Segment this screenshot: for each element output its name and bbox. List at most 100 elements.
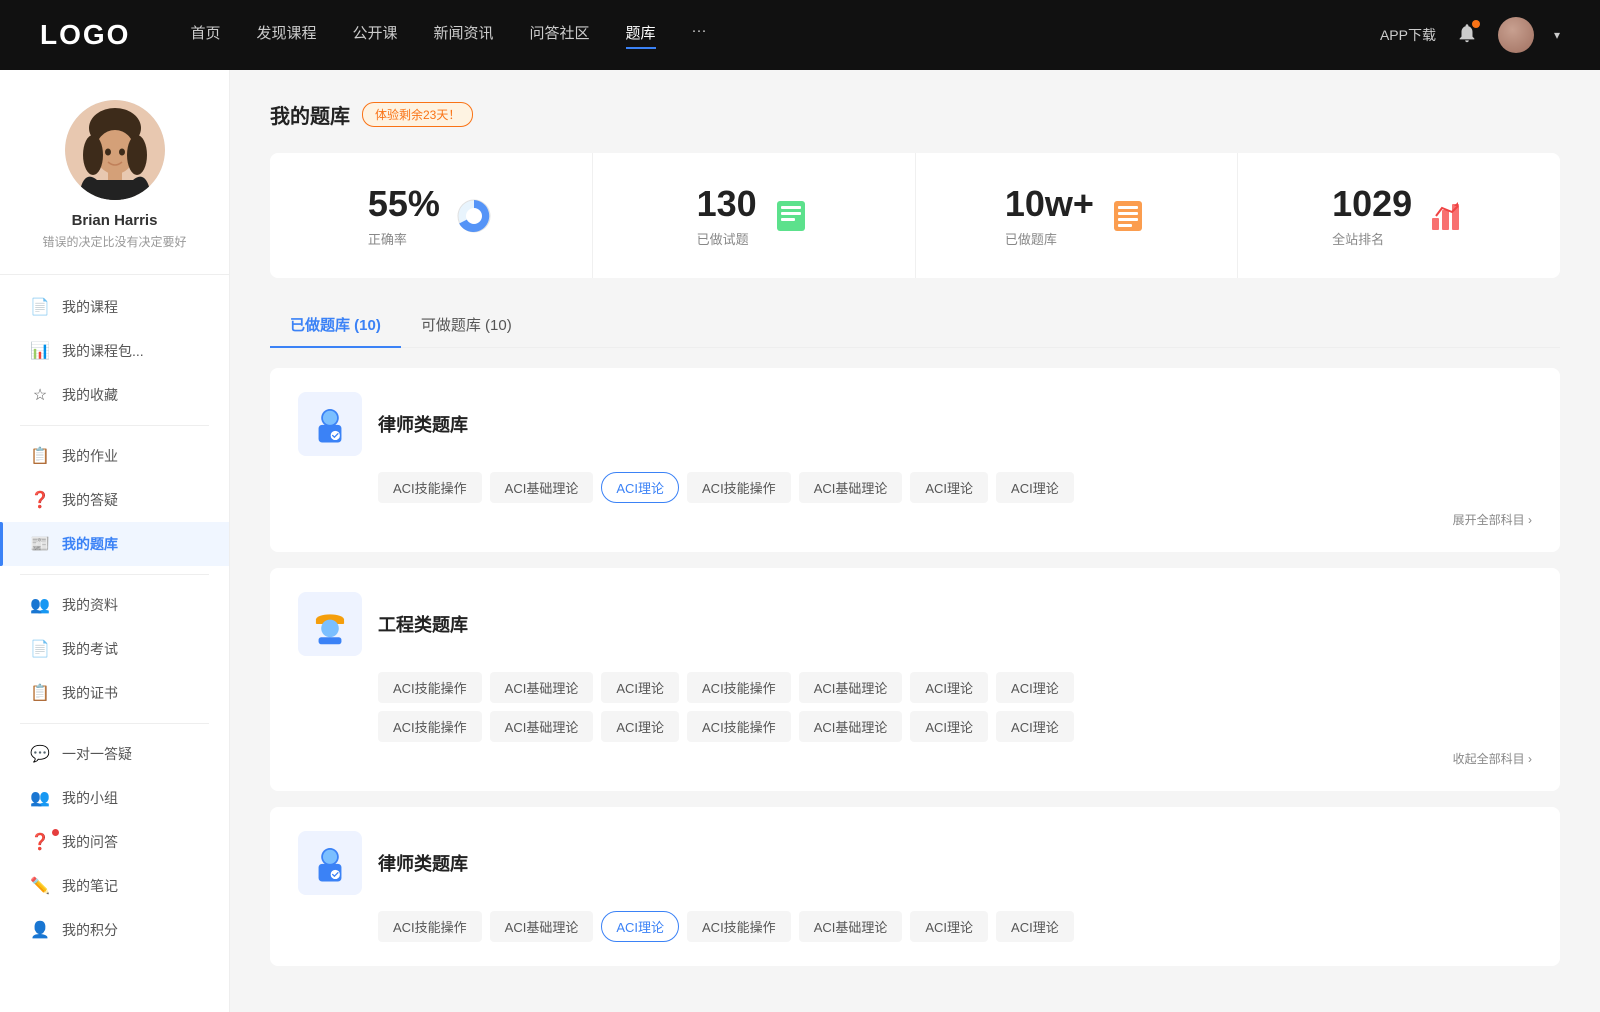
bank-header-2: 工程类题库: [298, 592, 1532, 656]
eng-tag-2[interactable]: ACI理论: [601, 672, 679, 703]
homework-icon: 📋: [30, 446, 50, 466]
law2-tag-5[interactable]: ACI理论: [910, 911, 988, 942]
tab-available[interactable]: 可做题库 (10): [401, 302, 532, 347]
eng-tag-6[interactable]: ACI理论: [996, 672, 1074, 703]
stat-done-questions: 130 已做试题: [593, 153, 916, 278]
user-motto: 错误的决定比没有决定要好: [42, 233, 186, 250]
eng-tag-1[interactable]: ACI基础理论: [490, 672, 594, 703]
rank-label: 全站排名: [1332, 229, 1412, 248]
nav-news[interactable]: 新闻资讯: [434, 22, 494, 49]
notification-bell[interactable]: [1456, 22, 1478, 49]
eng-tag2-4[interactable]: ACI基础理论: [799, 711, 903, 742]
nav-qa[interactable]: 问答社区: [530, 22, 590, 49]
points-icon: 👤: [30, 920, 50, 940]
sidebar-item-points[interactable]: 👤 我的积分: [0, 908, 229, 952]
nav-courses[interactable]: 发现课程: [256, 22, 316, 49]
bank-title-3: 律师类题库: [378, 850, 468, 876]
nav-question-bank[interactable]: 题库: [626, 22, 656, 49]
question-icon: ❓: [30, 490, 50, 510]
eng-tag2-2[interactable]: ACI理论: [601, 711, 679, 742]
eng-tag-5[interactable]: ACI理论: [910, 672, 988, 703]
law2-tag-2-active[interactable]: ACI理论: [601, 911, 679, 942]
rank-value: 1029: [1332, 183, 1412, 225]
bank-tags-row-3: ACI技能操作 ACI基础理论 ACI理论 ACI技能操作 ACI基础理论 AC…: [378, 911, 1532, 942]
avatar[interactable]: [1498, 17, 1534, 53]
sidebar-item-my-qa[interactable]: ❓ 我的问答: [0, 820, 229, 864]
trial-badge: 体验剩余23天！: [362, 102, 473, 127]
eng-tag-0[interactable]: ACI技能操作: [378, 672, 482, 703]
bank-tags-row-1: ACI技能操作 ACI基础理论 ACI理论 ACI技能操作 ACI基础理论 AC…: [378, 472, 1532, 503]
sidebar-item-exams[interactable]: 📄 我的考试: [0, 627, 229, 671]
app-download[interactable]: APP下载: [1380, 25, 1436, 45]
sidebar-item-questions[interactable]: ❓ 我的答疑: [0, 478, 229, 522]
eng-tag2-3[interactable]: ACI技能操作: [687, 711, 791, 742]
expand-1[interactable]: 展开全部科目 ›: [378, 511, 1532, 528]
expand-2[interactable]: 收起全部科目 ›: [378, 750, 1532, 767]
bank-tags-row-2a: ACI技能操作 ACI基础理论 ACI理论 ACI技能操作 ACI基础理论 AC…: [378, 672, 1532, 703]
tag-0[interactable]: ACI技能操作: [378, 472, 482, 503]
law2-tag-3[interactable]: ACI技能操作: [687, 911, 791, 942]
bank-tags-3: ACI技能操作 ACI基础理论 ACI理论 ACI技能操作 ACI基础理论 AC…: [298, 911, 1532, 942]
tag-1[interactable]: ACI基础理论: [490, 472, 594, 503]
bank-tags-1: ACI技能操作 ACI基础理论 ACI理论 ACI技能操作 ACI基础理论 AC…: [298, 472, 1532, 528]
sidebar-item-one-on-one[interactable]: 💬 一对一答疑: [0, 732, 229, 776]
materials-icon: 👥: [30, 595, 50, 615]
law2-tag-0[interactable]: ACI技能操作: [378, 911, 482, 942]
stat-rank-text: 1029 全站排名: [1332, 183, 1412, 248]
tag-5[interactable]: ACI理论: [910, 472, 988, 503]
law2-tag-6[interactable]: ACI理论: [996, 911, 1074, 942]
chart-icon: 📊: [30, 341, 50, 361]
done-banks-label: 已做题库: [1005, 229, 1094, 248]
eng-tag-4[interactable]: ACI基础理论: [799, 672, 903, 703]
sidebar-item-groups[interactable]: 👥 我的小组: [0, 776, 229, 820]
eng-tag2-5[interactable]: ACI理论: [910, 711, 988, 742]
tab-done[interactable]: 已做题库 (10): [270, 302, 401, 347]
bank-icon: 📰: [30, 534, 50, 554]
page-title: 我的题库: [270, 100, 350, 129]
stats-row: 55% 正确率 130 已做试题: [270, 153, 1560, 278]
law2-tag-4[interactable]: ACI基础理论: [799, 911, 903, 942]
sidebar-item-materials[interactable]: 👥 我的资料: [0, 583, 229, 627]
star-icon: ☆: [30, 385, 50, 405]
qa-icon: ❓: [30, 832, 50, 852]
eng-tag2-6[interactable]: ACI理论: [996, 711, 1074, 742]
sidebar-menu: 📄 我的课程 📊 我的课程包... ☆ 我的收藏 📋 我的作业 ❓ 我的答疑 �: [0, 285, 229, 952]
avatar-chevron[interactable]: ▾: [1554, 28, 1560, 42]
accuracy-value: 55%: [368, 183, 440, 225]
tag-6[interactable]: ACI理论: [996, 472, 1074, 503]
sidebar-item-course-packages[interactable]: 📊 我的课程包...: [0, 329, 229, 373]
user-avatar: [65, 100, 165, 200]
sidebar-item-homework[interactable]: 📋 我的作业: [0, 434, 229, 478]
sidebar-item-certificate[interactable]: 📋 我的证书: [0, 671, 229, 715]
bank-card-lawyer-1: 律师类题库 ACI技能操作 ACI基础理论 ACI理论 ACI技能操作 ACI基…: [270, 368, 1560, 552]
tabs: 已做题库 (10) 可做题库 (10): [270, 302, 1560, 348]
user-name: Brian Harris: [72, 212, 158, 229]
layout: Brian Harris 错误的决定比没有决定要好 📄 我的课程 📊 我的课程包…: [0, 70, 1600, 1012]
nav-links: 首页 发现课程 公开课 新闻资讯 问答社区 题库 ···: [190, 22, 1380, 49]
accuracy-icon: [454, 196, 494, 236]
tag-4[interactable]: ACI基础理论: [799, 472, 903, 503]
tag-3[interactable]: ACI技能操作: [687, 472, 791, 503]
bank-header-3: 律师类题库: [298, 831, 1532, 895]
bank-title-1: 律师类题库: [378, 411, 468, 437]
eng-tag2-1[interactable]: ACI基础理论: [490, 711, 594, 742]
nav-more[interactable]: ···: [692, 22, 707, 49]
eng-tag2-0[interactable]: ACI技能操作: [378, 711, 482, 742]
sidebar-item-my-courses[interactable]: 📄 我的课程: [0, 285, 229, 329]
chat-icon: 💬: [30, 744, 50, 764]
sidebar: Brian Harris 错误的决定比没有决定要好 📄 我的课程 📊 我的课程包…: [0, 70, 230, 1012]
nav-open-course[interactable]: 公开课: [352, 22, 397, 49]
sidebar-item-notes[interactable]: ✏️ 我的笔记: [0, 864, 229, 908]
sidebar-divider-3: [20, 723, 209, 724]
done-questions-value: 130: [697, 183, 757, 225]
sidebar-item-question-bank[interactable]: 📰 我的题库: [0, 522, 229, 566]
law2-tag-1[interactable]: ACI基础理论: [490, 911, 594, 942]
navigation: LOGO 首页 发现课程 公开课 新闻资讯 问答社区 题库 ··· APP下载 …: [0, 0, 1600, 70]
nav-right: APP下载 ▾: [1380, 17, 1560, 53]
eng-tag-3[interactable]: ACI技能操作: [687, 672, 791, 703]
qa-dot: [52, 829, 59, 836]
lawyer-icon-2: [298, 831, 362, 895]
nav-home[interactable]: 首页: [190, 22, 220, 49]
sidebar-item-favorites[interactable]: ☆ 我的收藏: [0, 373, 229, 417]
tag-2-active[interactable]: ACI理论: [601, 472, 679, 503]
